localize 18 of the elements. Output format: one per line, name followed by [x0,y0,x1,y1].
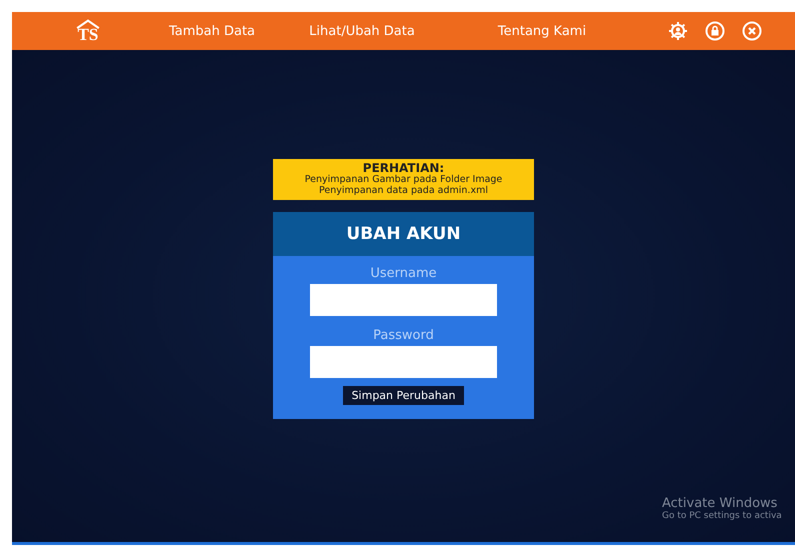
nav-link[interactable]: Tambah Data [152,24,272,38]
nav-link[interactable]: Lihat/Ubah Data [272,24,452,38]
nav-link[interactable]: Tentang Kami [452,24,632,38]
lock-icon[interactable] [705,21,725,41]
notice-text: Penyimpanan Gambar pada Folder Image [304,175,502,186]
notice-title: PERHATIAN: [362,162,444,175]
notice-text: Penyimpanan data pada admin.xml [319,186,488,196]
logo[interactable]: TS [75,19,101,43]
close-icon[interactable] [742,21,762,41]
card-title: UBAH AKUN [346,224,461,244]
field-label: Username [370,266,437,282]
field-label: Password [373,328,434,344]
watermark-text: Go to PC settings to activa [662,511,782,521]
input-field[interactable] [310,284,497,316]
input-field[interactable] [310,346,497,378]
watermark-title: Activate Windows [662,496,778,511]
save-button[interactable]: Simpan Perubahan [342,386,464,406]
settings-icon[interactable] [668,21,688,41]
